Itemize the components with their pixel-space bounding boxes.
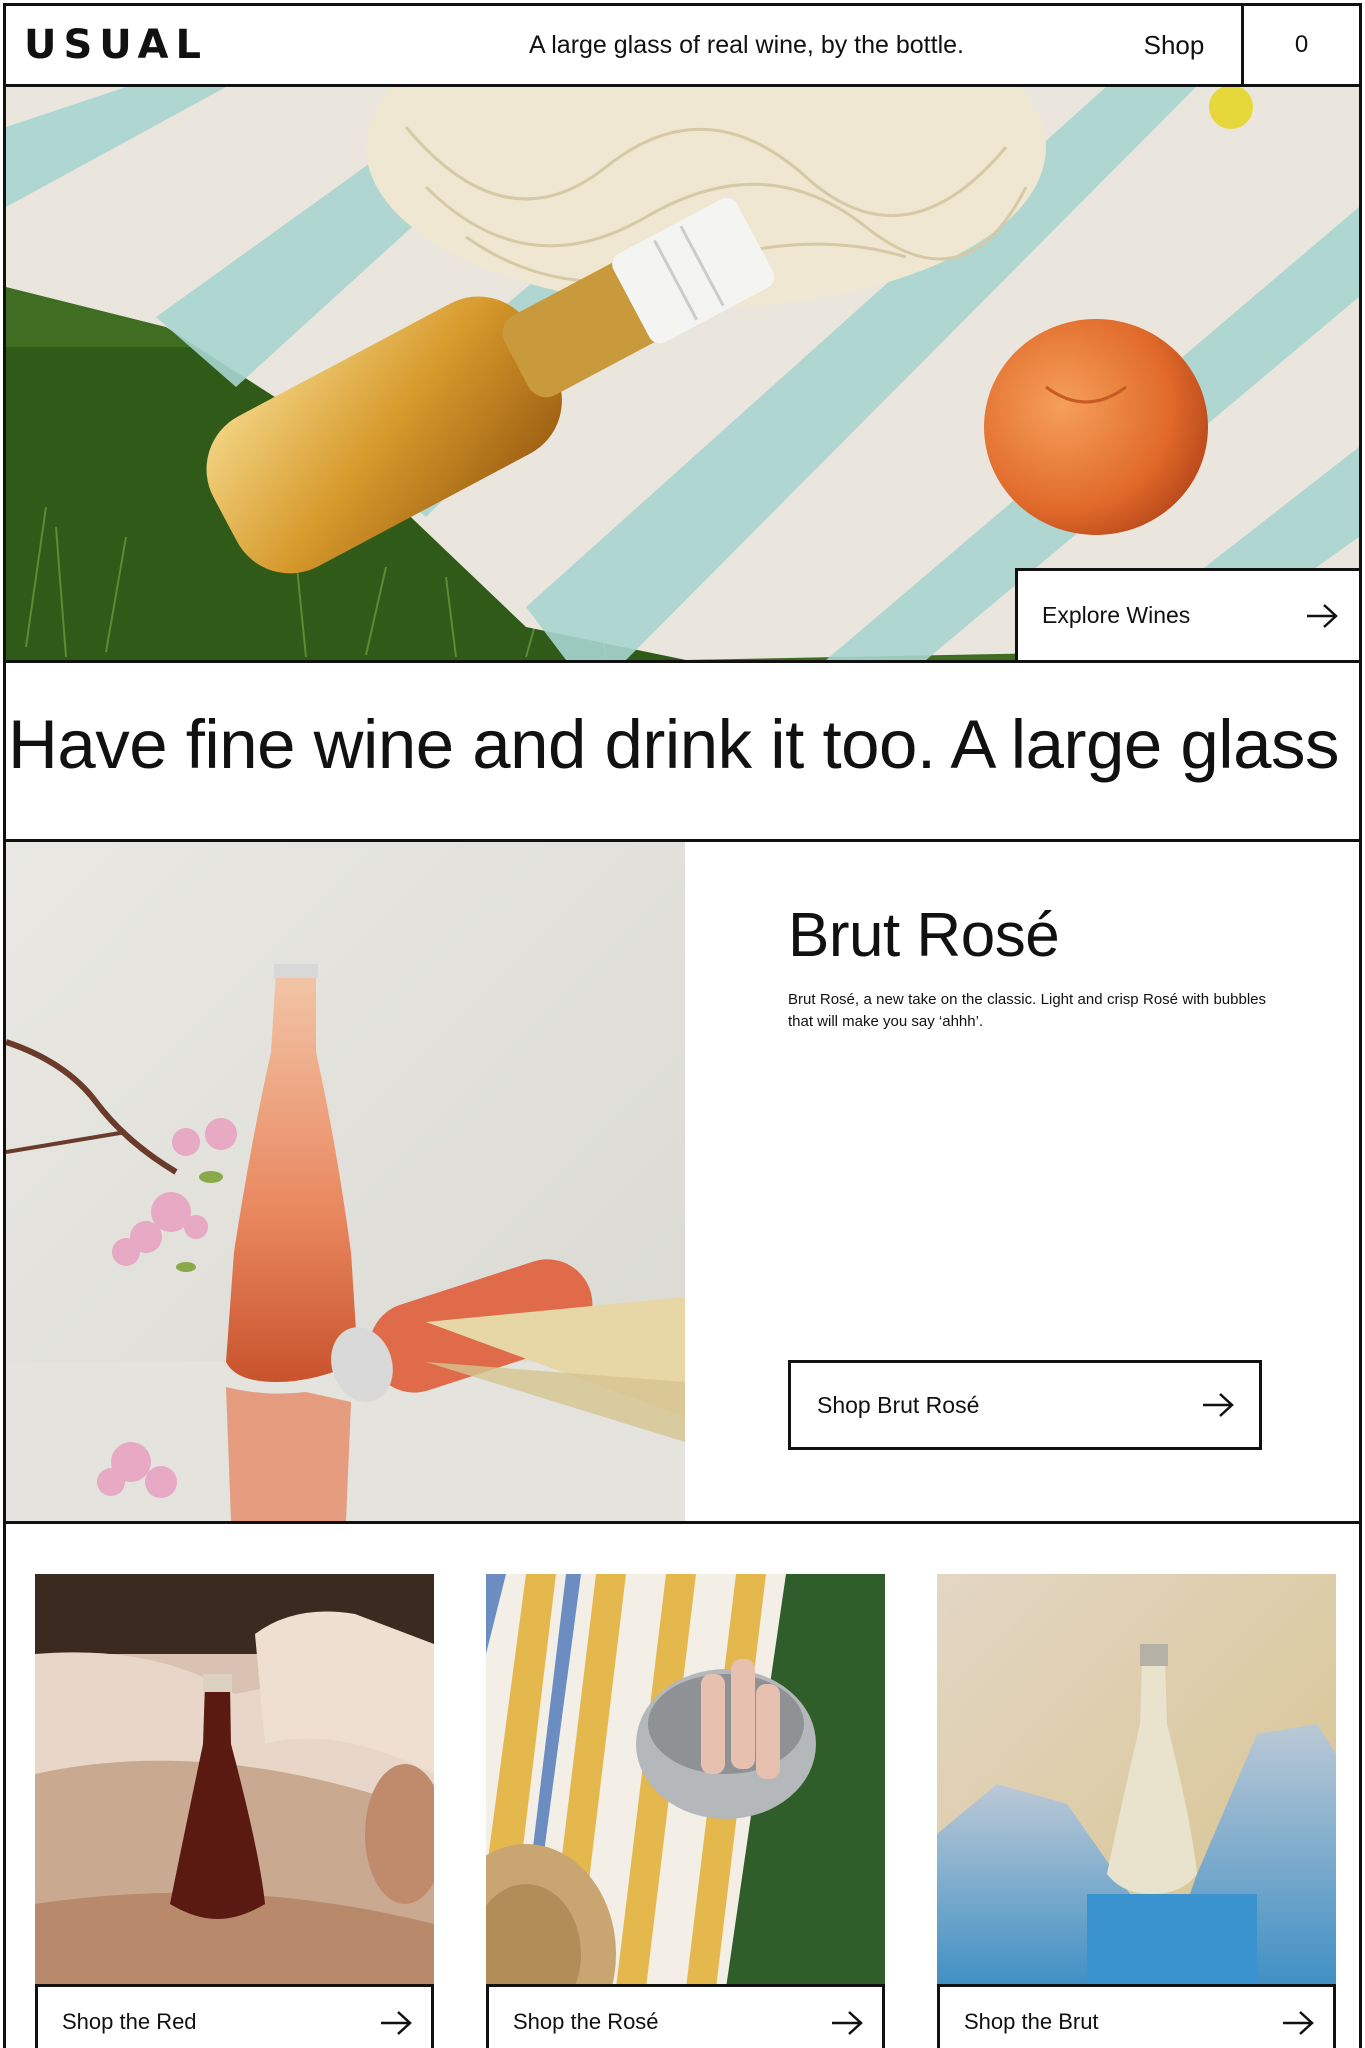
- arrow-right-icon: [832, 2011, 863, 2035]
- shop-red-label: Shop the Red: [62, 2009, 197, 2034]
- shop-brut-button[interactable]: Shop the Brut: [937, 1984, 1336, 2048]
- arrow-right-icon: [1203, 1393, 1234, 1417]
- shop-brut-rose-button[interactable]: Shop Brut Rosé: [788, 1360, 1262, 1450]
- arrow-right-icon: [1307, 603, 1338, 628]
- cart-count: 0: [1294, 31, 1309, 58]
- arrow-right-icon: [1283, 2011, 1314, 2035]
- product-card-rose: Shop the Rosé: [486, 1574, 885, 2048]
- rose-wine-image: [486, 1574, 885, 1988]
- hero-banner: Explore Wines: [3, 87, 1362, 660]
- explore-wines-label: Explore Wines: [1042, 602, 1191, 628]
- brut-rose-image: [6, 842, 685, 1521]
- site-header: USUAL A large glass of real wine, by the…: [3, 3, 1362, 87]
- header-tagline: A large glass of real wine, by the bottl…: [529, 30, 964, 59]
- product-card-red: Shop the Red: [35, 1574, 434, 2048]
- marquee-text: Have fine wine and drink it too. A large…: [8, 706, 1359, 783]
- red-wine-image: [35, 1574, 434, 1988]
- product-cards: Shop the Red Shop the Rosé Shop the Brut: [3, 1524, 1362, 2048]
- shop-rose-button[interactable]: Shop the Rosé: [486, 1984, 885, 2048]
- featured-product: Brut Rosé Brut Rosé, a new take on the c…: [3, 842, 1362, 1524]
- explore-wines-button[interactable]: Explore Wines: [1015, 568, 1359, 660]
- shop-rose-label: Shop the Rosé: [513, 2009, 659, 2034]
- shop-brut-rose-label: Shop Brut Rosé: [817, 1391, 980, 1418]
- cart-button[interactable]: 0: [1241, 6, 1359, 84]
- logo[interactable]: USUAL: [6, 6, 386, 84]
- feature-copy: Brut Rosé Brut Rosé, a new take on the c…: [788, 900, 1266, 1033]
- feature-title: Brut Rosé: [788, 901, 1060, 970]
- shop-link[interactable]: Shop: [1107, 6, 1241, 84]
- brut-wine-image: [937, 1574, 1336, 1988]
- shop-brut-label: Shop the Brut: [964, 2009, 1099, 2034]
- feature-description: Brut Rosé, a new take on the classic. Li…: [788, 991, 1266, 1030]
- shop-red-button[interactable]: Shop the Red: [35, 1984, 434, 2048]
- marquee-banner: Have fine wine and drink it too. A large…: [3, 660, 1362, 842]
- product-card-brut: Shop the Brut: [937, 1574, 1336, 2048]
- arrow-right-icon: [381, 2011, 412, 2035]
